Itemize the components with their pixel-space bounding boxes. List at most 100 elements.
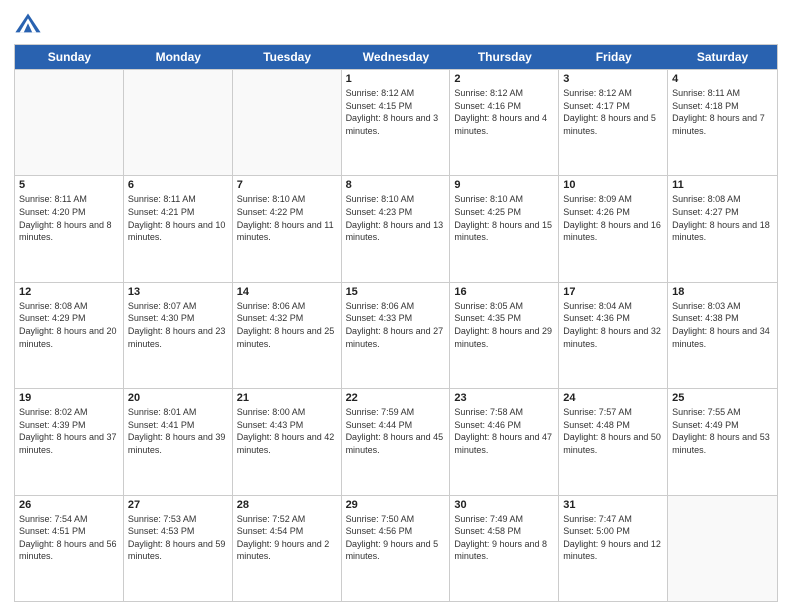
day-info: Sunrise: 7:58 AM Sunset: 4:46 PM Dayligh… — [454, 406, 554, 456]
day-cell: 2 Sunrise: 8:12 AM Sunset: 4:16 PM Daylig… — [450, 70, 559, 175]
day-info: Sunrise: 7:59 AM Sunset: 4:44 PM Dayligh… — [346, 406, 446, 456]
day-number: 2 — [454, 73, 554, 85]
day-cell — [233, 70, 342, 175]
day-cell: 31 Sunrise: 7:47 AM Sunset: 5:00 PM Dayli… — [559, 496, 668, 601]
day-info: Sunrise: 8:09 AM Sunset: 4:26 PM Dayligh… — [563, 193, 663, 243]
day-number: 31 — [563, 499, 663, 511]
day-number: 15 — [346, 286, 446, 298]
page: SundayMondayTuesdayWednesdayThursdayFrid… — [0, 0, 792, 612]
day-number: 19 — [19, 392, 119, 404]
day-cell: 12Sunrise: 8:08 AM Sunset: 4:29 PM Dayli… — [15, 283, 124, 388]
week-row-3: 12Sunrise: 8:08 AM Sunset: 4:29 PM Dayli… — [15, 282, 777, 388]
day-cell — [668, 496, 777, 601]
day-number: 9 — [454, 179, 554, 191]
day-number: 22 — [346, 392, 446, 404]
day-number: 29 — [346, 499, 446, 511]
day-number: 26 — [19, 499, 119, 511]
day-number: 5 — [19, 179, 119, 191]
day-number: 23 — [454, 392, 554, 404]
day-number: 12 — [19, 286, 119, 298]
day-info: Sunrise: 7:50 AM Sunset: 4:56 PM Dayligh… — [346, 513, 446, 563]
day-info: Sunrise: 8:12 AM Sunset: 4:15 PM Dayligh… — [346, 87, 446, 137]
day-info: Sunrise: 8:05 AM Sunset: 4:35 PM Dayligh… — [454, 300, 554, 350]
day-cell: 28 Sunrise: 7:52 AM Sunset: 4:54 PM Dayli… — [233, 496, 342, 601]
day-number: 14 — [237, 286, 337, 298]
day-info: Sunrise: 8:10 AM Sunset: 4:25 PM Dayligh… — [454, 193, 554, 243]
logo-icon — [14, 10, 42, 38]
day-info: Sunrise: 7:47 AM Sunset: 5:00 PM Dayligh… — [563, 513, 663, 563]
day-header-thursday: Thursday — [450, 45, 559, 69]
day-cell: 26 Sunrise: 7:54 AM Sunset: 4:51 PM Dayli… — [15, 496, 124, 601]
day-header-sunday: Sunday — [15, 45, 124, 69]
calendar: SundayMondayTuesdayWednesdayThursdayFrid… — [14, 44, 778, 602]
day-info: Sunrise: 8:00 AM Sunset: 4:43 PM Dayligh… — [237, 406, 337, 456]
day-info: Sunrise: 8:10 AM Sunset: 4:23 PM Dayligh… — [346, 193, 446, 243]
day-info: Sunrise: 7:57 AM Sunset: 4:48 PM Dayligh… — [563, 406, 663, 456]
day-header-tuesday: Tuesday — [233, 45, 342, 69]
day-info: Sunrise: 8:02 AM Sunset: 4:39 PM Dayligh… — [19, 406, 119, 456]
day-info: Sunrise: 7:52 AM Sunset: 4:54 PM Dayligh… — [237, 513, 337, 563]
day-info: Sunrise: 8:12 AM Sunset: 4:16 PM Dayligh… — [454, 87, 554, 137]
day-number: 17 — [563, 286, 663, 298]
day-cell: 24 Sunrise: 7:57 AM Sunset: 4:48 PM Dayli… — [559, 389, 668, 494]
day-number: 20 — [128, 392, 228, 404]
day-cell — [15, 70, 124, 175]
day-info: Sunrise: 8:07 AM Sunset: 4:30 PM Dayligh… — [128, 300, 228, 350]
day-number: 8 — [346, 179, 446, 191]
day-cell: 4Sunrise: 8:11 AM Sunset: 4:18 PM Daylig… — [668, 70, 777, 175]
day-cell: 11 Sunrise: 8:08 AM Sunset: 4:27 PM Dayli… — [668, 176, 777, 281]
day-info: Sunrise: 8:12 AM Sunset: 4:17 PM Dayligh… — [563, 87, 663, 137]
day-info: Sunrise: 7:55 AM Sunset: 4:49 PM Dayligh… — [672, 406, 773, 456]
day-number: 16 — [454, 286, 554, 298]
day-number: 30 — [454, 499, 554, 511]
day-cell: 21Sunrise: 8:00 AM Sunset: 4:43 PM Dayli… — [233, 389, 342, 494]
day-info: Sunrise: 8:08 AM Sunset: 4:27 PM Dayligh… — [672, 193, 773, 243]
day-info: Sunrise: 7:54 AM Sunset: 4:51 PM Dayligh… — [19, 513, 119, 563]
day-cell: 1 Sunrise: 8:12 AM Sunset: 4:15 PM Daylig… — [342, 70, 451, 175]
day-info: Sunrise: 8:10 AM Sunset: 4:22 PM Dayligh… — [237, 193, 337, 243]
day-number: 10 — [563, 179, 663, 191]
week-row-4: 19 Sunrise: 8:02 AM Sunset: 4:39 PM Dayli… — [15, 388, 777, 494]
day-header-friday: Friday — [559, 45, 668, 69]
day-cell: 25 Sunrise: 7:55 AM Sunset: 4:49 PM Dayli… — [668, 389, 777, 494]
day-number: 3 — [563, 73, 663, 85]
header — [14, 10, 778, 38]
day-cell: 9 Sunrise: 8:10 AM Sunset: 4:25 PM Daylig… — [450, 176, 559, 281]
day-number: 25 — [672, 392, 773, 404]
day-number: 7 — [237, 179, 337, 191]
day-info: Sunrise: 8:11 AM Sunset: 4:21 PM Dayligh… — [128, 193, 228, 243]
day-cell: 20Sunrise: 8:01 AM Sunset: 4:41 PM Dayli… — [124, 389, 233, 494]
day-header-monday: Monday — [124, 45, 233, 69]
week-row-5: 26 Sunrise: 7:54 AM Sunset: 4:51 PM Dayli… — [15, 495, 777, 601]
day-cell: 6 Sunrise: 8:11 AM Sunset: 4:21 PM Daylig… — [124, 176, 233, 281]
day-number: 24 — [563, 392, 663, 404]
day-number: 18 — [672, 286, 773, 298]
day-cell: 29 Sunrise: 7:50 AM Sunset: 4:56 PM Dayli… — [342, 496, 451, 601]
day-cell: 10 Sunrise: 8:09 AM Sunset: 4:26 PM Dayli… — [559, 176, 668, 281]
day-info: Sunrise: 8:03 AM Sunset: 4:38 PM Dayligh… — [672, 300, 773, 350]
day-cell: 30Sunrise: 7:49 AM Sunset: 4:58 PM Dayli… — [450, 496, 559, 601]
day-info: Sunrise: 8:06 AM Sunset: 4:32 PM Dayligh… — [237, 300, 337, 350]
day-number: 6 — [128, 179, 228, 191]
day-cell: 8 Sunrise: 8:10 AM Sunset: 4:23 PM Daylig… — [342, 176, 451, 281]
day-number: 4 — [672, 73, 773, 85]
day-number: 28 — [237, 499, 337, 511]
day-cell: 19 Sunrise: 8:02 AM Sunset: 4:39 PM Dayli… — [15, 389, 124, 494]
day-info: Sunrise: 8:04 AM Sunset: 4:36 PM Dayligh… — [563, 300, 663, 350]
day-info: Sunrise: 7:53 AM Sunset: 4:53 PM Dayligh… — [128, 513, 228, 563]
day-info: Sunrise: 8:06 AM Sunset: 4:33 PM Dayligh… — [346, 300, 446, 350]
calendar-body: 1 Sunrise: 8:12 AM Sunset: 4:15 PM Daylig… — [15, 69, 777, 601]
day-cell: 27 Sunrise: 7:53 AM Sunset: 4:53 PM Dayli… — [124, 496, 233, 601]
day-number: 1 — [346, 73, 446, 85]
day-cell: 17 Sunrise: 8:04 AM Sunset: 4:36 PM Dayli… — [559, 283, 668, 388]
day-cell — [124, 70, 233, 175]
day-cell: 23 Sunrise: 7:58 AM Sunset: 4:46 PM Dayli… — [450, 389, 559, 494]
day-cell: 18 Sunrise: 8:03 AM Sunset: 4:38 PM Dayli… — [668, 283, 777, 388]
day-number: 27 — [128, 499, 228, 511]
day-cell: 16 Sunrise: 8:05 AM Sunset: 4:35 PM Dayli… — [450, 283, 559, 388]
week-row-1: 1 Sunrise: 8:12 AM Sunset: 4:15 PM Daylig… — [15, 69, 777, 175]
day-number: 11 — [672, 179, 773, 191]
day-info: Sunrise: 8:11 AM Sunset: 4:20 PM Dayligh… — [19, 193, 119, 243]
day-cell: 3 Sunrise: 8:12 AM Sunset: 4:17 PM Daylig… — [559, 70, 668, 175]
day-number: 13 — [128, 286, 228, 298]
